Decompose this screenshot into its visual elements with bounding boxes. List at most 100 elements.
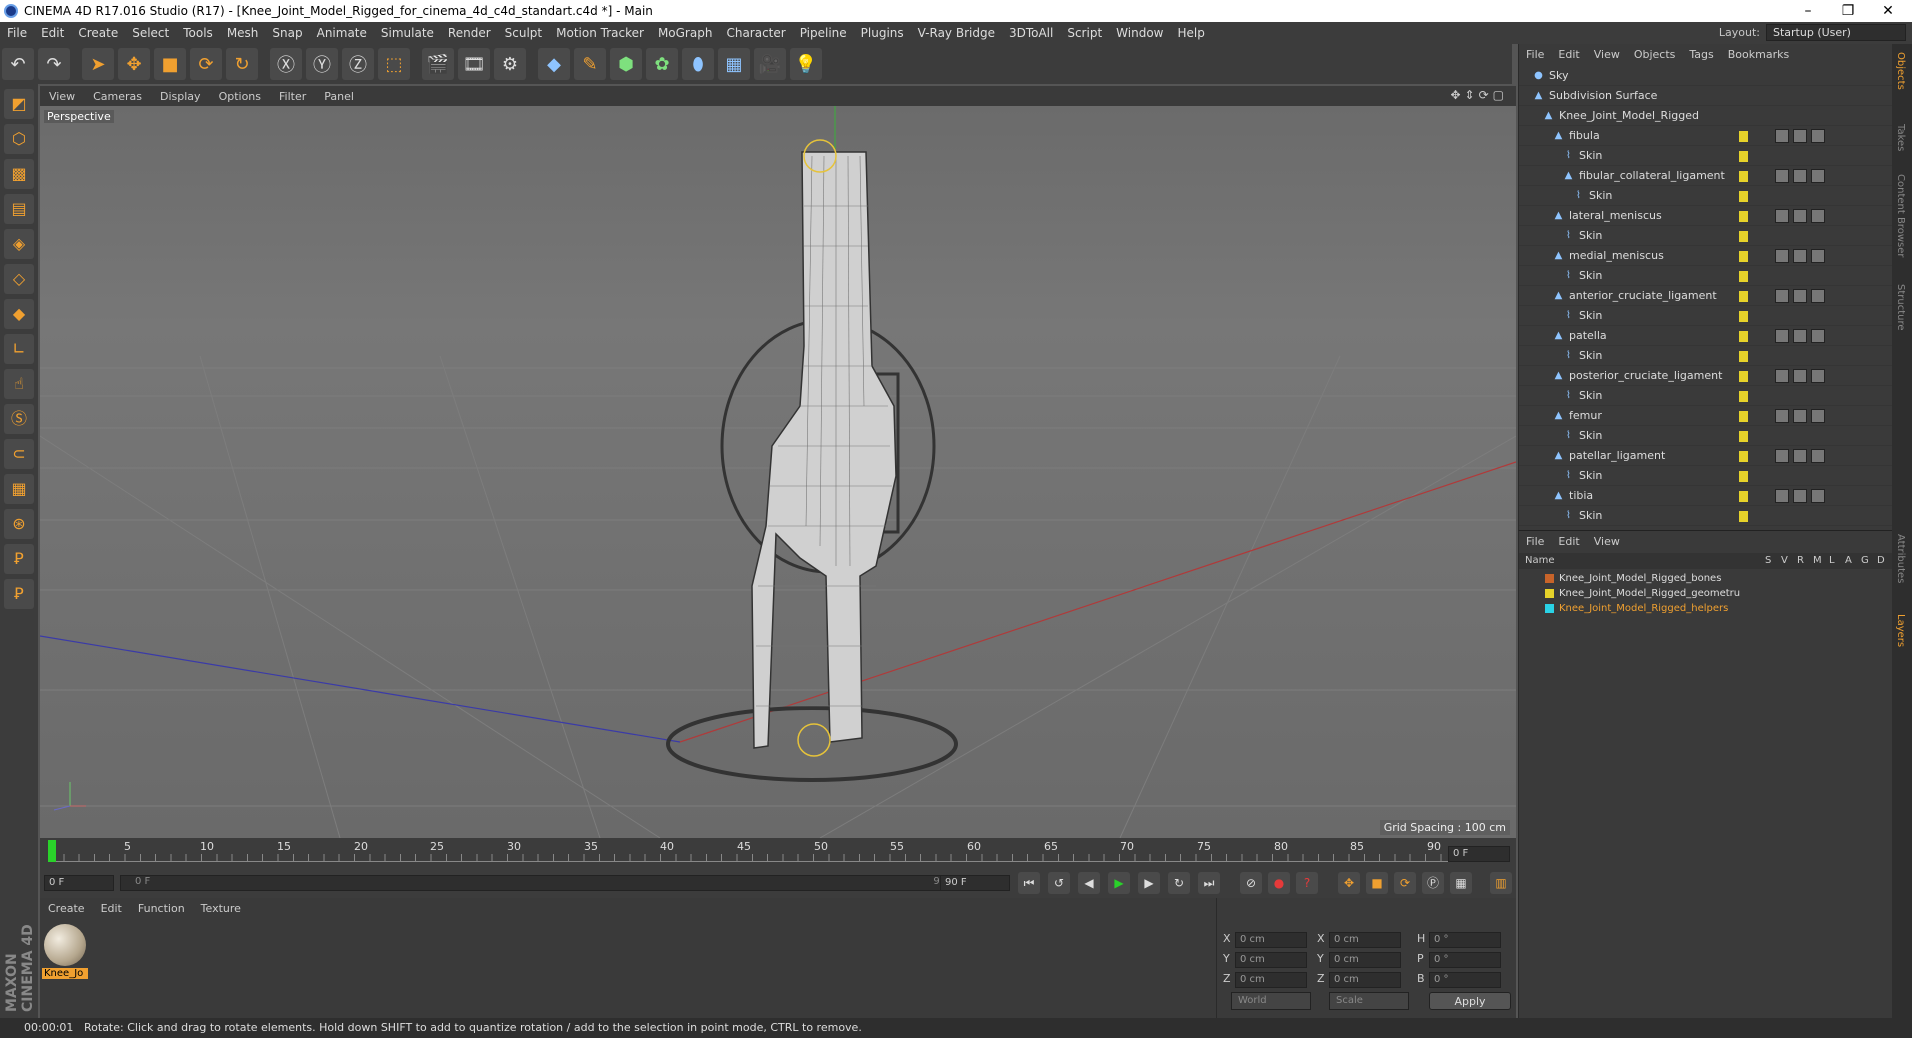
material-tag-icon[interactable] bbox=[1793, 249, 1807, 263]
scale-icon[interactable]: ■ bbox=[154, 48, 186, 80]
object-row[interactable]: ⌇ Skin bbox=[1519, 226, 1893, 246]
material-tag-icon[interactable] bbox=[1793, 449, 1807, 463]
object-menu-tags[interactable]: Tags bbox=[1682, 48, 1720, 61]
object-tags[interactable] bbox=[1775, 169, 1825, 183]
material-tag-icon[interactable] bbox=[1811, 289, 1825, 303]
subdivision-surface-icon[interactable]: ⬢ bbox=[610, 48, 642, 80]
menu-window[interactable]: Window bbox=[1109, 26, 1170, 40]
edges-mode-icon[interactable]: ◇ bbox=[4, 264, 34, 294]
object-row[interactable]: ▲ anterior_cruciate_ligament bbox=[1519, 286, 1893, 306]
object-row[interactable]: ⌇ Skin bbox=[1519, 186, 1893, 206]
rot-h-input[interactable]: 0 ° bbox=[1429, 932, 1501, 948]
key-position-icon[interactable]: ✥ bbox=[1338, 872, 1360, 894]
menu-vray-bridge[interactable]: V-Ray Bridge bbox=[911, 26, 1002, 40]
restore-button[interactable]: ❐ bbox=[1828, 0, 1868, 22]
rot-b-input[interactable]: 0 ° bbox=[1429, 972, 1501, 988]
object-tags[interactable] bbox=[1775, 489, 1825, 503]
object-tags[interactable] bbox=[1775, 369, 1825, 383]
menu-file[interactable]: File bbox=[0, 26, 34, 40]
material-tag-icon[interactable] bbox=[1793, 329, 1807, 343]
object-name[interactable]: tibia bbox=[1569, 486, 1593, 506]
layer-name[interactable]: Knee_Joint_Model_Rigged_bones bbox=[1559, 571, 1721, 586]
next-frame-icon[interactable]: ▶ bbox=[1138, 872, 1160, 894]
material-menu-edit[interactable]: Edit bbox=[93, 902, 130, 915]
menu-select[interactable]: Select bbox=[125, 26, 176, 40]
menu-mograph[interactable]: MoGraph bbox=[651, 26, 720, 40]
mograph-cloner-icon[interactable]: ✿ bbox=[646, 48, 678, 80]
material-tag-icon[interactable] bbox=[1811, 409, 1825, 423]
object-name[interactable]: lateral_meniscus bbox=[1569, 206, 1662, 226]
object-name[interactable]: patella bbox=[1569, 326, 1607, 346]
object-row[interactable]: ⌇ Skin bbox=[1519, 386, 1893, 406]
material-tag-icon[interactable] bbox=[1775, 409, 1789, 423]
tab-attributes[interactable]: Attributes bbox=[1895, 534, 1906, 583]
material-tag-icon[interactable] bbox=[1775, 129, 1789, 143]
object-name[interactable]: femur bbox=[1569, 406, 1602, 426]
menu-edit[interactable]: Edit bbox=[34, 26, 71, 40]
material-name-label[interactable]: Knee_Jo bbox=[42, 968, 88, 979]
material-preview-swatch[interactable] bbox=[44, 924, 86, 966]
material-tag-icon[interactable] bbox=[1811, 129, 1825, 143]
tweak-mode-icon[interactable]: ☝ bbox=[4, 369, 34, 399]
object-tags[interactable] bbox=[1775, 249, 1825, 263]
object-tags[interactable] bbox=[1775, 449, 1825, 463]
material-tag-icon[interactable] bbox=[1811, 449, 1825, 463]
points-mode-icon[interactable]: ◈ bbox=[4, 229, 34, 259]
material-tag-icon[interactable] bbox=[1775, 289, 1789, 303]
object-menu-view[interactable]: View bbox=[1587, 48, 1627, 61]
layer-row[interactable]: Knee_Joint_Model_Rigged_helpers bbox=[1519, 601, 1893, 616]
object-name[interactable]: anterior_cruciate_ligament bbox=[1569, 286, 1717, 306]
layer-row[interactable]: Knee_Joint_Model_Rigged_bones bbox=[1519, 571, 1893, 586]
object-name[interactable]: Skin bbox=[1579, 386, 1602, 406]
model-mode-icon[interactable]: ⬡ bbox=[4, 124, 34, 154]
menu-mesh[interactable]: Mesh bbox=[220, 26, 266, 40]
key-scale-icon[interactable]: ■ bbox=[1366, 872, 1388, 894]
menu-create[interactable]: Create bbox=[71, 26, 125, 40]
material-tag-icon[interactable] bbox=[1775, 369, 1789, 383]
size-z-input[interactable]: 0 cm bbox=[1329, 972, 1401, 988]
object-name[interactable]: Skin bbox=[1579, 346, 1602, 366]
layout-dropdown[interactable]: Startup (User) bbox=[1766, 24, 1906, 41]
object-name[interactable]: patellar_ligament bbox=[1569, 446, 1665, 466]
frame-range-slider[interactable]: 0 F 90 F bbox=[120, 875, 970, 891]
object-row[interactable]: ▲ fibula bbox=[1519, 126, 1893, 146]
viewport-menu-options[interactable]: Options bbox=[210, 90, 270, 103]
material-tag-icon[interactable] bbox=[1793, 169, 1807, 183]
object-tags[interactable] bbox=[1775, 209, 1825, 223]
timeline-window-icon[interactable]: ▥ bbox=[1490, 872, 1512, 894]
material-tag-icon[interactable] bbox=[1811, 249, 1825, 263]
pos-x-input[interactable]: 0 cm bbox=[1235, 932, 1307, 948]
menu-animate[interactable]: Animate bbox=[310, 26, 374, 40]
minimize-button[interactable]: – bbox=[1788, 0, 1828, 22]
menu-render[interactable]: Render bbox=[441, 26, 498, 40]
viewport-menu-panel[interactable]: Panel bbox=[315, 90, 363, 103]
object-row[interactable]: ⌇ Skin bbox=[1519, 506, 1893, 526]
material-tag-icon[interactable] bbox=[1775, 329, 1789, 343]
next-key-icon[interactable]: ↻ bbox=[1168, 872, 1190, 894]
object-menu-objects[interactable]: Objects bbox=[1627, 48, 1683, 61]
material-tag-icon[interactable] bbox=[1775, 449, 1789, 463]
workplane-icon[interactable]: ▤ bbox=[4, 194, 34, 224]
object-menu-edit[interactable]: Edit bbox=[1551, 48, 1586, 61]
tab-structure[interactable]: Structure bbox=[1895, 284, 1906, 331]
material-menu-create[interactable]: Create bbox=[40, 902, 93, 915]
rotate-icon[interactable]: ⟳ bbox=[190, 48, 222, 80]
z-axis-lock-icon[interactable]: Ⓩ bbox=[342, 48, 374, 80]
size-y-input[interactable]: 0 cm bbox=[1329, 952, 1401, 968]
layer-menu-edit[interactable]: Edit bbox=[1551, 535, 1586, 548]
viewport-camera-label[interactable]: Perspective bbox=[44, 110, 114, 123]
object-tags[interactable] bbox=[1775, 129, 1825, 143]
layer-menu-file[interactable]: File bbox=[1519, 535, 1551, 548]
material-tag-icon[interactable] bbox=[1775, 169, 1789, 183]
magnet-snap-icon[interactable]: ⊂ bbox=[4, 439, 34, 469]
size-x-input[interactable]: 0 cm bbox=[1329, 932, 1401, 948]
material-tag-icon[interactable] bbox=[1793, 409, 1807, 423]
object-name[interactable]: Subdivision Surface bbox=[1549, 86, 1657, 106]
solo-mode-icon[interactable]: Ⓢ bbox=[4, 404, 34, 434]
menu-plugins[interactable]: Plugins bbox=[854, 26, 911, 40]
menu-pipeline[interactable]: Pipeline bbox=[793, 26, 854, 40]
object-row[interactable]: ⌇ Skin bbox=[1519, 466, 1893, 486]
axis-mode-icon[interactable]: ∟ bbox=[4, 334, 34, 364]
object-name[interactable]: fibula bbox=[1569, 126, 1600, 146]
object-row[interactable]: ▲ Subdivision Surface bbox=[1519, 86, 1893, 106]
